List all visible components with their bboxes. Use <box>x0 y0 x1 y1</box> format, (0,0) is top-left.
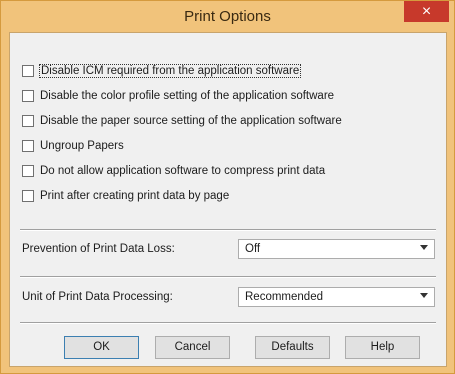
unit-value: Recommended <box>245 291 323 303</box>
close-button[interactable]: × <box>404 1 449 22</box>
checkbox-ungroup-papers[interactable]: Ungroup Papers <box>22 138 124 154</box>
checkbox-no-compress[interactable]: Do not allow application software to com… <box>22 163 325 179</box>
checkbox-label: Print after creating print data by page <box>40 190 230 202</box>
checkbox-label: Disable the paper source setting of the … <box>40 115 342 127</box>
cancel-button[interactable]: Cancel <box>155 336 230 359</box>
checkbox-label: Ungroup Papers <box>40 140 124 152</box>
separator <box>20 276 436 278</box>
dialog-body: Disable ICM required from the applicatio… <box>9 32 447 367</box>
checkbox-disable-icm[interactable]: Disable ICM required from the applicatio… <box>22 63 302 79</box>
separator <box>20 322 436 324</box>
ok-button[interactable]: OK <box>64 336 139 359</box>
chevron-down-icon <box>420 293 428 298</box>
checkbox-box[interactable] <box>22 165 34 177</box>
checkbox-label: Disable ICM required from the applicatio… <box>38 64 302 78</box>
help-button[interactable]: Help <box>345 336 420 359</box>
close-icon: × <box>421 3 432 20</box>
checkbox-disable-paper-source[interactable]: Disable the paper source setting of the … <box>22 113 342 129</box>
defaults-button[interactable]: Defaults <box>255 336 330 359</box>
checkbox-disable-color-profile[interactable]: Disable the color profile setting of the… <box>22 88 334 104</box>
checkbox-print-by-page[interactable]: Print after creating print data by page <box>22 188 229 204</box>
checkbox-label: Do not allow application software to com… <box>40 165 326 177</box>
checkbox-label: Disable the color profile setting of the… <box>40 90 335 102</box>
checkbox-box[interactable] <box>22 190 34 202</box>
separator <box>20 229 436 231</box>
checkbox-box[interactable] <box>22 90 34 102</box>
dialog-title: Print Options <box>184 8 271 25</box>
prevention-label: Prevention of Print Data Loss: <box>22 243 175 255</box>
prevention-select[interactable]: Off <box>238 239 435 259</box>
checkbox-box[interactable] <box>22 140 34 152</box>
prevention-value: Off <box>245 243 261 255</box>
print-options-dialog: Print Options × Disable ICM required fro… <box>0 0 455 374</box>
title-bar[interactable]: Print Options × <box>1 1 454 32</box>
checkbox-box[interactable] <box>22 115 34 127</box>
checkbox-box[interactable] <box>22 65 34 77</box>
unit-select[interactable]: Recommended <box>238 287 435 307</box>
unit-label: Unit of Print Data Processing: <box>22 291 173 303</box>
chevron-down-icon <box>420 245 428 250</box>
